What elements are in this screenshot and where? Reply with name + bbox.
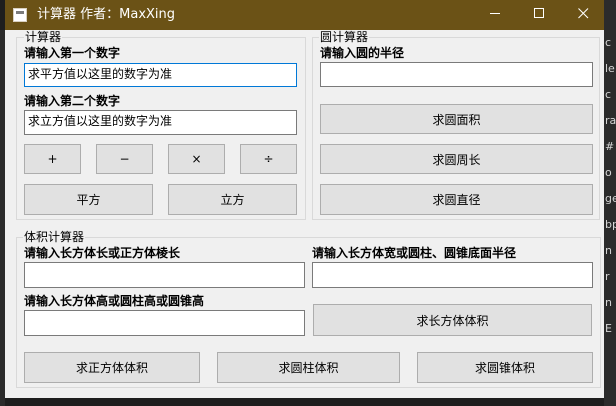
circle-diameter-button[interactable]: 求圆直径 — [320, 184, 593, 215]
second-number-label: 请输入第二个数字 — [24, 94, 121, 108]
length-label: 请输入长方体长或正方体棱长 — [24, 246, 181, 260]
cuboid-volume-button[interactable]: 求长方体体积 — [313, 304, 592, 336]
radius-label: 请输入圆的半径 — [320, 46, 405, 60]
width-radius-input[interactable] — [312, 262, 593, 288]
multiply-button[interactable]: × — [168, 144, 225, 174]
radius-input[interactable] — [320, 62, 593, 87]
edge-text: n — [605, 244, 612, 257]
second-number-input[interactable]: 求立方值以这里的数字为准 — [24, 110, 297, 135]
close-icon — [577, 7, 589, 23]
circle-perimeter-button[interactable]: 求圆周长 — [320, 144, 593, 174]
circle-group-label: 圆计算器 — [319, 30, 370, 44]
maximize-icon — [533, 7, 545, 23]
height-input[interactable] — [24, 310, 305, 336]
divide-button[interactable]: ÷ — [240, 144, 297, 174]
minimize-button[interactable] — [472, 0, 518, 30]
square-button[interactable]: 平方 — [24, 184, 153, 215]
circle-area-button[interactable]: 求圆面积 — [320, 104, 593, 134]
background-window-right-edge: c le c ra # o ge bp n r n E — [604, 0, 616, 406]
cylinder-volume-button[interactable]: 求圆柱体积 — [217, 352, 400, 383]
height-label: 请输入长方体高或圆柱高或圆锥高 — [24, 294, 205, 308]
edge-text: ra — [605, 114, 616, 127]
edge-text: o — [605, 166, 612, 179]
edge-text: E — [605, 322, 612, 335]
length-input[interactable] — [24, 262, 305, 288]
first-number-input[interactable]: 求平方值以这里的数字为准 — [24, 63, 297, 87]
app-icon — [13, 8, 27, 22]
subtract-button[interactable]: − — [96, 144, 153, 174]
edge-text: ge — [605, 192, 616, 205]
first-number-label: 请输入第一个数字 — [24, 46, 121, 60]
calculator-group-label: 计算器 — [24, 30, 63, 44]
edge-text: r — [605, 270, 610, 283]
edge-text: le — [605, 62, 615, 75]
cone-volume-button[interactable]: 求圆锥体积 — [417, 352, 593, 383]
width-radius-label: 请输入长方体宽或圆柱、圆锥底面半径 — [312, 246, 517, 260]
edge-text: # — [605, 140, 615, 153]
maximize-button[interactable] — [516, 0, 562, 30]
edge-text: c — [605, 88, 612, 101]
window-title: 计算器 作者：MaxXing — [37, 7, 176, 22]
edge-text: n — [605, 296, 612, 309]
volume-group-label: 体积计算器 — [23, 230, 86, 244]
minimize-icon — [489, 7, 501, 23]
edge-text: c — [605, 36, 612, 49]
edge-text: bp — [605, 218, 616, 231]
cube-volume-button[interactable]: 求正方体体积 — [24, 352, 200, 383]
close-button[interactable] — [560, 0, 606, 30]
cube-button[interactable]: 立方 — [168, 184, 297, 215]
add-button[interactable]: + — [24, 144, 81, 174]
